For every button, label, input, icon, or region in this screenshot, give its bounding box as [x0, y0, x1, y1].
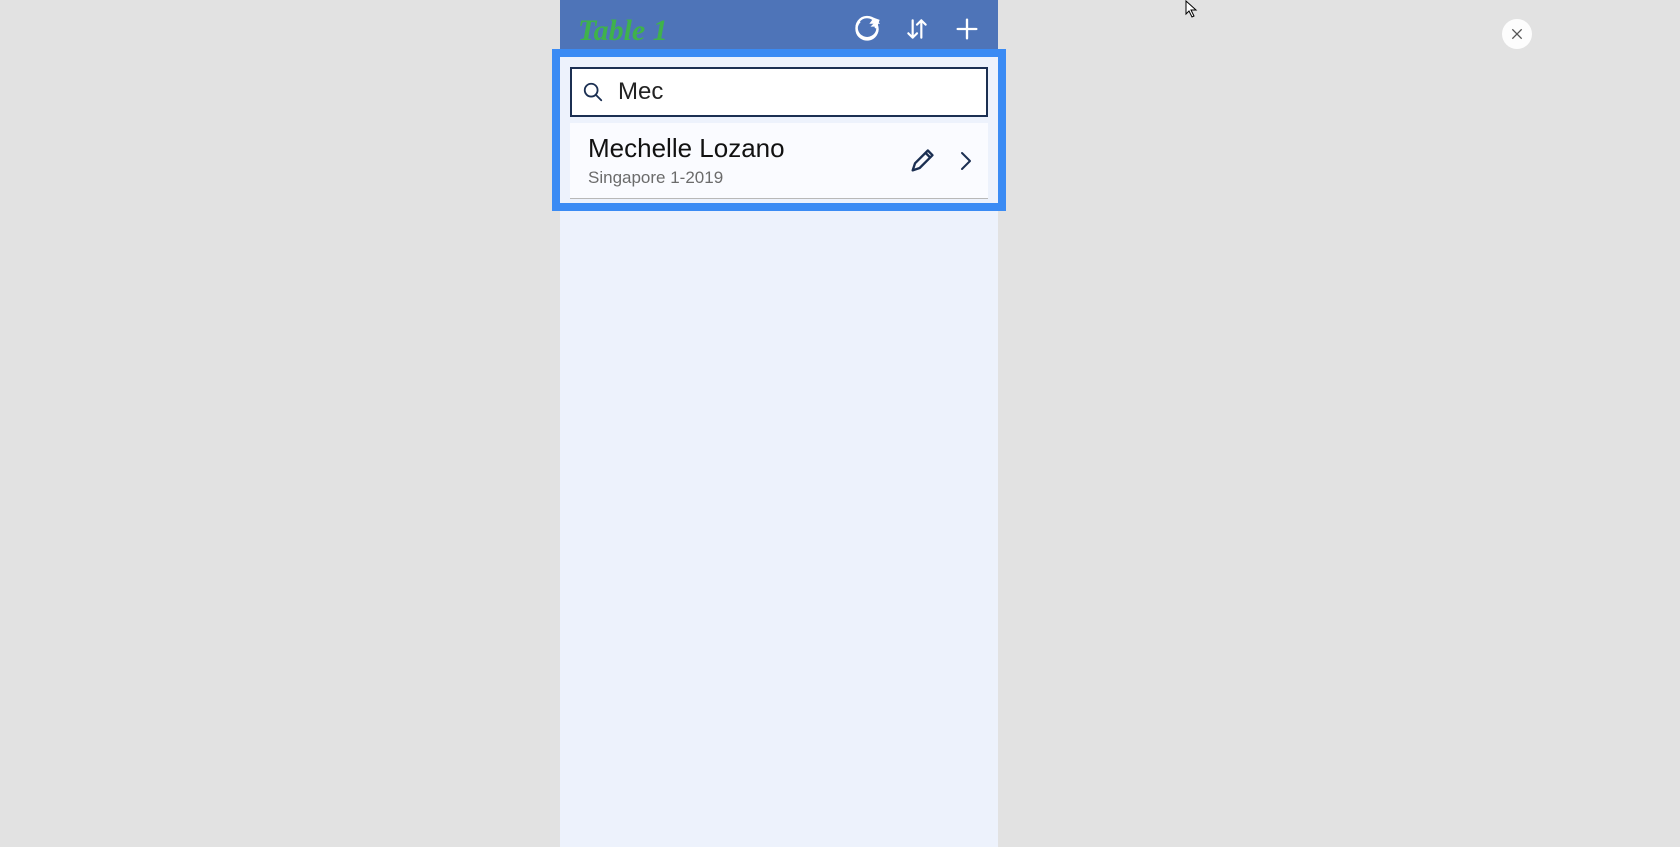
result-row[interactable]: Mechelle Lozano Singapore 1-2019: [570, 123, 988, 199]
table-panel: Table 1: [560, 0, 998, 847]
sort-button[interactable]: [896, 8, 938, 50]
search-highlight: Mechelle Lozano Singapore 1-2019: [552, 49, 1006, 211]
open-button[interactable]: [954, 149, 978, 173]
plus-icon: [953, 15, 981, 43]
search-field[interactable]: [570, 67, 988, 117]
close-button[interactable]: [1502, 19, 1532, 49]
edit-button[interactable]: [908, 147, 936, 175]
add-button[interactable]: [946, 8, 988, 50]
result-text: Mechelle Lozano Singapore 1-2019: [588, 133, 908, 188]
cursor-icon: [1185, 0, 1199, 18]
pencil-icon: [908, 147, 936, 175]
result-subtitle: Singapore 1-2019: [588, 168, 908, 188]
search-input[interactable]: [618, 78, 976, 106]
panel-title: Table 1: [578, 12, 838, 46]
refresh-icon: [853, 15, 881, 43]
refresh-button[interactable]: [846, 8, 888, 50]
close-icon: [1509, 26, 1525, 42]
search-icon: [582, 81, 604, 103]
chevron-right-icon: [954, 149, 978, 173]
sort-icon: [904, 16, 930, 42]
result-name: Mechelle Lozano: [588, 133, 908, 164]
